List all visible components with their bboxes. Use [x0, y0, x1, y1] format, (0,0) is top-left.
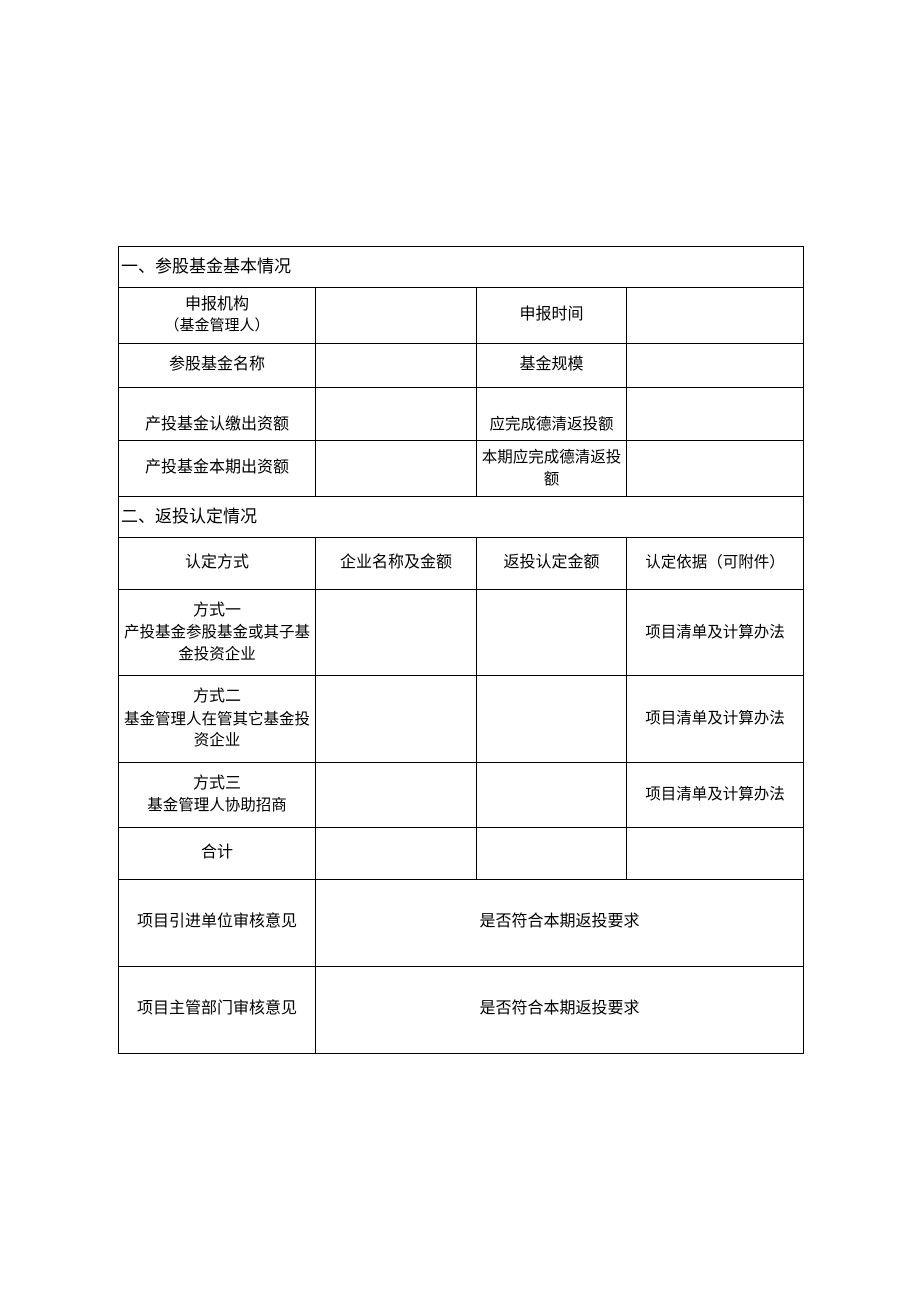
s1-r0-label-main: 申报机构 [121, 294, 313, 316]
s1-row-0: 申报机构 （基金管理人） 申报时间 [119, 287, 804, 343]
s2-col-0: 认定方式 [119, 538, 316, 589]
section-2-header: 二、返投认定情况 [119, 497, 804, 538]
s1-r0-value1 [316, 287, 477, 343]
s1-r3-value2 [627, 440, 804, 496]
s2-m2-basis: 项目清单及计算办法 [627, 763, 804, 828]
s2-review2-label: 项目主管部门审核意见 [119, 966, 316, 1053]
s1-r3-label: 产投基金本期出资额 [119, 440, 316, 496]
s2-m1-title: 方式二 [123, 686, 311, 708]
s2-m1-desc: 基金管理人在管其它基金投资企业 [123, 709, 311, 752]
document-page: 一、参股基金基本情况 申报机构 （基金管理人） 申报时间 参股基金名称 基金规模 [0, 0, 920, 1301]
s2-review2-row: 项目主管部门审核意见 是否符合本期返投要求 [119, 966, 804, 1053]
s1-r2-label: 产投基金认缴出资额 [119, 387, 316, 440]
section-1-header: 一、参股基金基本情况 [119, 247, 804, 288]
s2-method-2: 方式三 基金管理人协助招商 项目清单及计算办法 [119, 763, 804, 828]
s1-r1-value2 [627, 344, 804, 387]
s2-total-c4 [627, 828, 804, 879]
s1-r0-right-label: 申报时间 [477, 287, 627, 343]
form-table: 一、参股基金基本情况 申报机构 （基金管理人） 申报时间 参股基金名称 基金规模 [118, 246, 804, 1054]
s1-row-1: 参股基金名称 基金规模 [119, 344, 804, 387]
s2-method-0: 方式一 产投基金参股基金或其子基金投资企业 项目清单及计算办法 [119, 589, 804, 676]
s2-m1-label: 方式二 基金管理人在管其它基金投资企业 [119, 676, 316, 763]
s1-r0-value2 [627, 287, 804, 343]
section-1-header-row: 一、参股基金基本情况 [119, 247, 804, 288]
s2-col-3: 认定依据（可附件） [627, 538, 804, 589]
s1-r2-right-label: 应完成德清返投额 [477, 387, 627, 440]
s2-m1-c2 [316, 676, 477, 763]
s1-r0-label: 申报机构 （基金管理人） [119, 287, 316, 343]
s2-total-c3 [477, 828, 627, 879]
s2-m0-label: 方式一 产投基金参股基金或其子基金投资企业 [119, 589, 316, 676]
s1-r2-value1 [316, 387, 477, 440]
s2-m2-title: 方式三 [123, 773, 311, 795]
s2-m1-basis: 项目清单及计算办法 [627, 676, 804, 763]
s2-review1-row: 项目引进单位审核意见 是否符合本期返投要求 [119, 879, 804, 966]
s2-columns-row: 认定方式 企业名称及金额 返投认定金额 认定依据（可附件） [119, 538, 804, 589]
s1-row-2: 产投基金认缴出资额 应完成德清返投额 [119, 387, 804, 440]
s2-m2-c3 [477, 763, 627, 828]
s2-m2-c2 [316, 763, 477, 828]
s2-m2-label: 方式三 基金管理人协助招商 [119, 763, 316, 828]
s1-r1-right-label: 基金规模 [477, 344, 627, 387]
s1-row-3: 产投基金本期出资额 本期应完成德清返投额 [119, 440, 804, 496]
s2-m0-title: 方式一 [123, 600, 311, 622]
s2-m2-desc: 基金管理人协助招商 [123, 795, 311, 817]
s1-r1-value1 [316, 344, 477, 387]
section-2-header-row: 二、返投认定情况 [119, 497, 804, 538]
s2-total-row: 合计 [119, 828, 804, 879]
s2-col-2: 返投认定金额 [477, 538, 627, 589]
s2-method-1: 方式二 基金管理人在管其它基金投资企业 项目清单及计算办法 [119, 676, 804, 763]
s2-m0-c3 [477, 589, 627, 676]
s2-total-label: 合计 [119, 828, 316, 879]
s2-review1-label: 项目引进单位审核意见 [119, 879, 316, 966]
s2-m0-desc: 产投基金参股基金或其子基金投资企业 [123, 622, 311, 665]
s2-review1-text: 是否符合本期返投要求 [316, 879, 804, 966]
s2-total-c2 [316, 828, 477, 879]
s2-col-1: 企业名称及金额 [316, 538, 477, 589]
s2-review2-text: 是否符合本期返投要求 [316, 966, 804, 1053]
s2-m0-basis: 项目清单及计算办法 [627, 589, 804, 676]
s1-r3-right-label: 本期应完成德清返投额 [477, 440, 627, 496]
form-table-wrap: 一、参股基金基本情况 申报机构 （基金管理人） 申报时间 参股基金名称 基金规模 [118, 246, 803, 1054]
s1-r2-value2 [627, 387, 804, 440]
s2-m1-c3 [477, 676, 627, 763]
s1-r3-value1 [316, 440, 477, 496]
s2-m0-c2 [316, 589, 477, 676]
s1-r1-label: 参股基金名称 [119, 344, 316, 387]
s1-r0-label-sub: （基金管理人） [121, 316, 313, 337]
